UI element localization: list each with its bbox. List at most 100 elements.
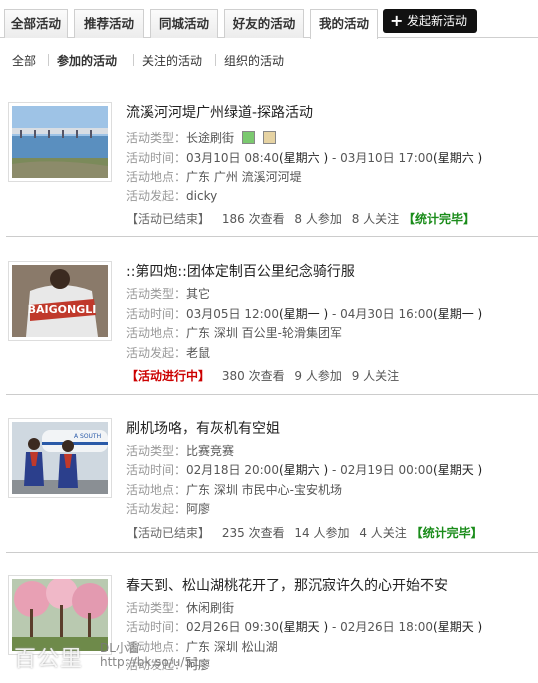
- weekday-start: (星期六 ): [278, 463, 329, 477]
- new-activity-button[interactable]: + 发起新活动: [383, 9, 477, 33]
- view-count: 380 次查看: [221, 369, 285, 383]
- place-label: 活动地点：: [126, 170, 187, 184]
- follower-count: 4 人关注: [359, 526, 407, 540]
- activity-title[interactable]: 流溪河河堤广州绿道-探路活动: [126, 102, 313, 122]
- time-label: 活动时间：: [126, 620, 187, 634]
- stat-badge: 【统计完毕】: [410, 526, 483, 540]
- type-label: 活动类型：: [126, 131, 187, 145]
- activity-type: 其它: [186, 287, 211, 301]
- type-label: 活动类型：: [126, 444, 187, 458]
- time-end: - 02月19日 00:00: [328, 463, 434, 477]
- tab-recommended-activities[interactable]: 推荐活动: [74, 9, 144, 38]
- new-activity-label: 发起新活动: [407, 14, 468, 28]
- activity-type: 比赛竞赛: [186, 444, 235, 458]
- activity-organizer-row: 活动发起：阿廖: [126, 500, 210, 517]
- activity-title[interactable]: 春天到、松山湖桃花开了，那沉寂许久的心开始不安: [126, 575, 448, 595]
- time-label: 活动时间：: [126, 307, 187, 321]
- place-label: 活动地点：: [126, 326, 187, 340]
- activity-thumbnail[interactable]: [8, 102, 112, 182]
- status-badge: 【活动已结束】: [126, 526, 211, 540]
- activity-thumbnail[interactable]: A SOUTH: [8, 418, 112, 498]
- activity-type-row: 活动类型：长途刷街: [126, 129, 276, 146]
- activity-place: 广东 深圳 松山湖: [186, 640, 278, 654]
- subtab-organized[interactable]: 组织的活动: [224, 52, 284, 69]
- item-divider: [6, 394, 538, 395]
- subtab-all[interactable]: 全部: [12, 52, 36, 69]
- svg-text:A SOUTH: A SOUTH: [74, 433, 101, 440]
- activity-item: 春天到、松山湖桃花开了，那沉寂许久的心开始不安 活动类型：休闲刷街 活动时间：0…: [6, 575, 538, 683]
- activity-organizer-row: 活动发起：老鼠: [126, 344, 210, 361]
- follower-count: 9 人关注: [351, 369, 400, 383]
- joined-count: 8 人参加: [294, 212, 342, 226]
- activity-thumbnail[interactable]: BAIGONGLI: [8, 261, 112, 341]
- airport-photo: A SOUTH: [12, 422, 108, 494]
- tab-local-activities[interactable]: 同城活动: [150, 9, 218, 38]
- place-label: 活动地点：: [126, 483, 187, 497]
- weekday-start: (星期天 ): [278, 620, 329, 634]
- activity-time-row: 活动时间：02月18日 20:00(星期六 ) - 02月19日 00:00(星…: [126, 461, 482, 478]
- top-tab-bar: 全部活动 推荐活动 同城活动 好友的活动 我的活动 + 发起新活动: [0, 0, 538, 39]
- watermark-site: DL小窗 http://bk.so/u/51: [100, 641, 200, 669]
- activity-title[interactable]: ::第四炮::团体定制百公里纪念骑行服: [126, 261, 355, 281]
- watermark-site-name: DL小窗: [100, 641, 140, 655]
- activity-place: 广东 广州 流溪河河堤: [186, 170, 302, 184]
- subtab-divider: [48, 54, 49, 66]
- time-end: - 04月30日 16:00: [328, 307, 434, 321]
- stat-badge: 【统计完毕】: [402, 212, 475, 226]
- weekday-start: (星期一 ): [278, 307, 329, 321]
- tab-friends-activities[interactable]: 好友的活动: [224, 9, 304, 38]
- subtab-followed[interactable]: 关注的活动: [142, 52, 202, 69]
- time-label: 活动时间：: [126, 151, 187, 165]
- activity-type-row: 活动类型：其它: [126, 285, 210, 302]
- activity-type: 长途刷街: [186, 131, 235, 145]
- activity-organizer[interactable]: 阿廖: [186, 502, 210, 516]
- activity-time-row: 活动时间：02月26日 09:30(星期天 ) - 02月26日 18:00(星…: [126, 618, 482, 635]
- activity-organizer[interactable]: dicky: [186, 189, 217, 203]
- activity-type-row: 活动类型：比赛竞赛: [126, 442, 234, 459]
- weekday-end: (星期天 ): [433, 620, 483, 634]
- activity-place-row: 活动地点：广东 深圳 百公里-轮滑集团军: [126, 324, 342, 341]
- route-icon[interactable]: [262, 131, 276, 144]
- activity-stats: 【活动已结束】 235 次查看 14 人参加 4 人关注 【统计完毕】: [126, 524, 483, 541]
- view-count: 186 次查看: [221, 212, 285, 226]
- activity-organizer[interactable]: 老鼠: [186, 346, 210, 360]
- activity-time-row: 活动时间：03月05日 12:00(星期一 ) - 04月30日 16:00(星…: [126, 305, 482, 322]
- activity-item: A SOUTH 刷机场咯，有灰机有空姐 活动类型：比赛竞赛 活动时间：02月18…: [6, 418, 538, 548]
- status-badge: 【活动进行中】: [126, 369, 211, 383]
- joined-count: 14 人参加: [294, 526, 350, 540]
- subtab-joined[interactable]: 参加的活动: [57, 52, 117, 69]
- activity-item: BAIGONGLI ::第四炮::团体定制百公里纪念骑行服 活动类型：其它 活动…: [6, 261, 538, 391]
- svg-text:BAIGONGLI: BAIGONGLI: [28, 303, 97, 316]
- river-photo: [12, 106, 108, 178]
- activity-time-row: 活动时间：03月10日 08:40(星期六 ) - 03月10日 17:00(星…: [126, 149, 482, 166]
- weekday-end: (星期天 ): [433, 463, 483, 477]
- time-start: 03月10日 08:40: [186, 151, 279, 165]
- type-label: 活动类型：: [126, 287, 187, 301]
- activity-organizer-row: 活动发起：dicky: [126, 187, 217, 204]
- time-start: 02月26日 09:30: [186, 620, 279, 634]
- time-label: 活动时间：: [126, 463, 187, 477]
- activity-item: 流溪河河堤广州绿道-探路活动 活动类型：长途刷街 活动时间：03月10日 08:…: [6, 102, 538, 232]
- weekday-end: (星期一 ): [433, 307, 483, 321]
- activity-place: 广东 深圳 市民中心-宝安机场: [186, 483, 342, 497]
- cycling-jersey-photo: BAIGONGLI: [12, 265, 108, 337]
- subtab-divider: [215, 54, 216, 66]
- subtab-divider: [133, 54, 134, 66]
- weekday-start: (星期六 ): [278, 151, 329, 165]
- time-start: 03月05日 12:00: [186, 307, 279, 321]
- organizer-label: 活动发起：: [126, 502, 187, 516]
- follower-count: 8 人关注: [351, 212, 400, 226]
- tab-all-activities[interactable]: 全部活动: [4, 9, 68, 38]
- time-start: 02月18日 20:00: [186, 463, 279, 477]
- item-divider: [6, 236, 538, 237]
- activity-title[interactable]: 刷机场咯，有灰机有空姐: [126, 418, 280, 438]
- watermark-url: http://bk.so/u/51: [100, 655, 200, 669]
- activity-type: 休闲刷街: [186, 601, 235, 615]
- item-divider: [6, 552, 538, 553]
- sub-tab-bar: 全部 参加的活动 关注的活动 组织的活动: [0, 52, 538, 68]
- tab-my-activities[interactable]: 我的活动: [310, 9, 378, 39]
- joined-count: 9 人参加: [294, 369, 342, 383]
- weekday-end: (星期六 ): [433, 151, 483, 165]
- activity-stats: 【活动进行中】 380 次查看 9 人参加 9 人关注: [126, 367, 399, 384]
- map-icon[interactable]: [241, 131, 255, 144]
